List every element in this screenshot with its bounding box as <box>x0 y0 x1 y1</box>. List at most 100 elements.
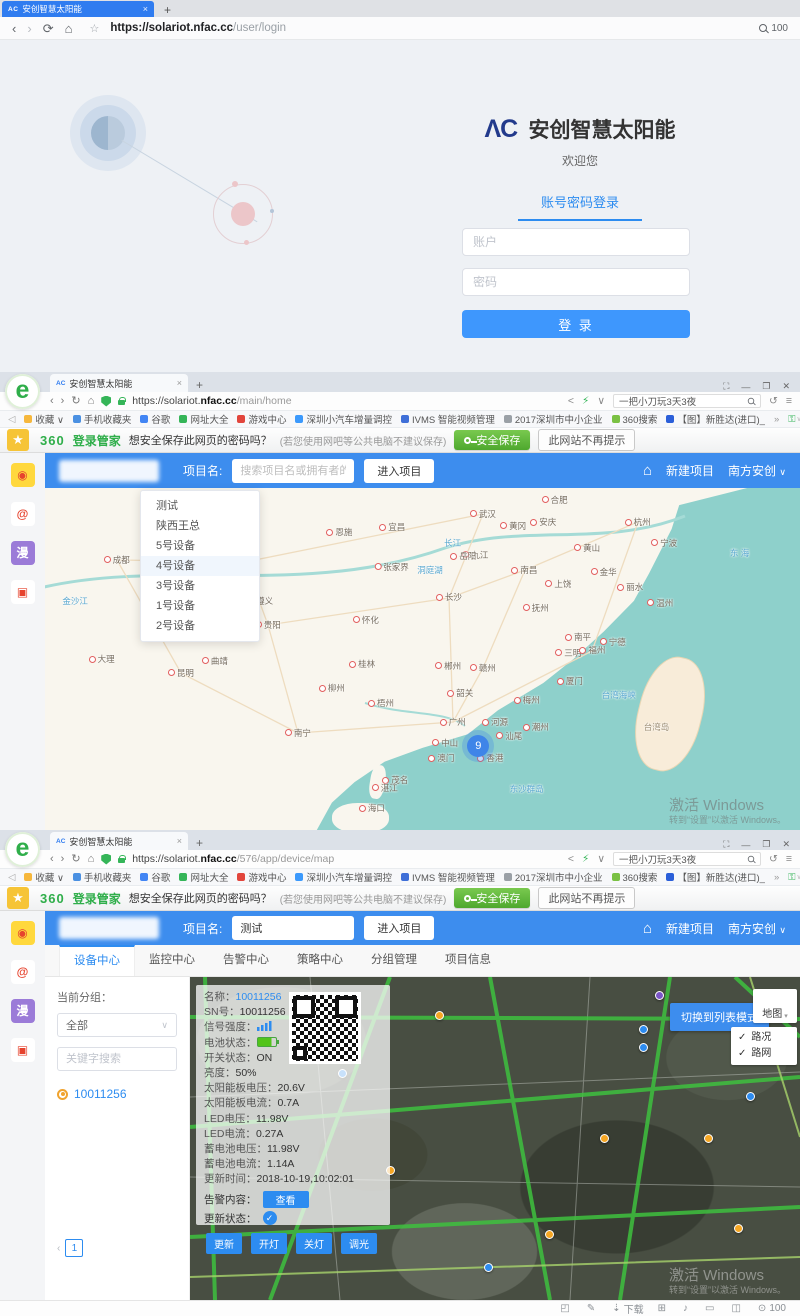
url-text[interactable]: https://solariot.nfac.cc/user/login <box>110 22 286 34</box>
module-tab[interactable]: 监控中心 <box>135 945 209 976</box>
map-type-control[interactable]: 地图▾ <box>753 989 797 1023</box>
home-icon[interactable]: ⌂ <box>65 22 73 35</box>
reload-icon[interactable]: ↻ <box>71 854 80 865</box>
accelerate-icon[interactable]: ⚡ <box>582 853 589 865</box>
bookmark-item[interactable]: 网址大全 <box>179 412 228 426</box>
url-text[interactable]: https://solariot.nfac.cc/576/app/device/… <box>132 853 334 865</box>
new-tab-button[interactable]: + <box>196 836 203 850</box>
window-control-icon[interactable]: ❐ <box>762 381 770 392</box>
password-field[interactable] <box>462 268 690 296</box>
home-icon[interactable]: ⌂ <box>88 854 95 865</box>
dropdown-item[interactable]: 测试 <box>141 496 259 516</box>
dropdown-item[interactable]: 1号设备 <box>141 596 259 616</box>
side-shortcut-icon[interactable]: 漫 <box>11 999 35 1023</box>
share-icon[interactable]: < <box>568 853 574 865</box>
poi-marker-icon[interactable] <box>704 1134 713 1143</box>
tab-close-icon[interactable]: × <box>143 4 148 14</box>
device-action-button[interactable]: 关灯 <box>296 1233 332 1254</box>
side-shortcut-icon[interactable]: 漫 <box>11 541 35 565</box>
device-list-item[interactable]: 10011256 <box>57 1087 177 1101</box>
status-bar-icon[interactable]: ◫ <box>731 1303 743 1314</box>
share-icon[interactable]: < <box>568 395 574 407</box>
forward-icon[interactable]: › <box>27 22 31 35</box>
poi-marker-icon[interactable] <box>734 1224 743 1233</box>
chevron-down-icon[interactable]: ∨ <box>597 853 605 865</box>
status-bar-icon[interactable]: ✎ <box>587 1303 598 1314</box>
module-tab[interactable]: 设备中心 <box>59 945 135 976</box>
dropdown-item[interactable]: 3号设备 <box>141 576 259 596</box>
window-control-icon[interactable]: — <box>741 840 750 850</box>
bookmark-item[interactable]: 【图】新胜达(进口)_ <box>666 412 765 426</box>
bookmark-item[interactable]: IVMS 智能视频管理 <box>401 412 495 426</box>
back-icon[interactable]: ‹ <box>50 396 54 407</box>
device-action-button[interactable]: 调光 <box>341 1233 377 1254</box>
home-icon[interactable]: ⌂ <box>643 920 652 937</box>
reload-icon[interactable]: ↻ <box>71 396 80 407</box>
collapse-icon[interactable]: ◁ <box>8 414 15 425</box>
browser-search-box[interactable]: 一把小刀玩3天3夜 <box>613 852 761 866</box>
tab-close-icon[interactable]: × <box>177 378 182 388</box>
status-bar-icon[interactable]: ⇣下载 <box>612 1301 643 1316</box>
bookmark-item[interactable]: 深圳小汽车增量调控 <box>295 870 392 884</box>
bookmark-item[interactable]: 手机收藏夹 <box>73 870 132 884</box>
bookmark-item[interactable]: 2017深圳市中小企业 <box>504 870 603 884</box>
view-alarm-button[interactable]: 查看 <box>263 1191 309 1208</box>
side-shortcut-icon[interactable]: ◉ <box>11 921 35 945</box>
dismiss-site-button[interactable]: 此网站不再提示 <box>538 887 635 909</box>
browser-360-logo-icon[interactable]: e <box>5 832 40 867</box>
toolbar-extension-icon[interactable]: ⚿∨ <box>788 414 800 425</box>
dropdown-item[interactable]: 4号设备 <box>141 556 259 576</box>
project-search-input[interactable] <box>232 459 354 483</box>
home-icon[interactable]: ⌂ <box>88 396 95 407</box>
new-tab-button[interactable]: + <box>164 3 171 17</box>
bookmark-item[interactable]: 游戏中心 <box>237 870 286 884</box>
new-project-link[interactable]: 新建项目 <box>666 462 714 479</box>
side-shortcut-icon[interactable]: ▣ <box>11 1038 35 1062</box>
status-bar-icon[interactable]: ◰ <box>560 1303 572 1314</box>
side-shortcut-icon[interactable]: @ <box>11 960 35 984</box>
side-shortcut-icon[interactable]: @ <box>11 502 35 526</box>
menu-icon[interactable]: ≡ <box>786 395 792 407</box>
login-method-tab[interactable]: 账号密码登录 <box>430 192 730 221</box>
favorites-star-icon[interactable]: ★ <box>7 887 29 909</box>
status-bar-icon[interactable]: ⊙100 <box>758 1303 786 1314</box>
new-tab-button[interactable]: + <box>196 378 203 392</box>
window-control-icon[interactable]: ⛶ <box>723 839 729 850</box>
window-control-icon[interactable]: — <box>741 382 750 392</box>
poi-marker-icon[interactable] <box>484 1263 493 1272</box>
browser-tab[interactable]: AC 安创智慧太阳能 × <box>2 1 154 17</box>
status-bar-icon[interactable]: ♪ <box>683 1303 691 1314</box>
poi-marker-icon[interactable] <box>600 1134 609 1143</box>
status-bar-icon[interactable]: ⊞ <box>658 1303 669 1314</box>
bookmark-star-icon[interactable]: ☆ <box>89 22 99 35</box>
chevron-down-icon[interactable]: ∨ <box>597 395 605 407</box>
bookmarks-overflow-icon[interactable]: » <box>774 872 779 883</box>
status-bar-icon[interactable]: ▭ <box>705 1303 717 1314</box>
browser-360-logo-icon[interactable]: e <box>5 374 40 409</box>
collapse-icon[interactable]: ◁ <box>8 872 15 883</box>
bookmark-item[interactable]: 【图】新胜达(进口)_ <box>666 870 765 884</box>
restore-session-icon[interactable]: ↺ <box>769 853 778 865</box>
bookmark-item[interactable]: 360搜索 <box>612 870 658 884</box>
project-search-input[interactable] <box>232 916 354 940</box>
forward-icon[interactable]: › <box>61 854 65 865</box>
login-button[interactable]: 登 录 <box>462 310 690 338</box>
side-shortcut-icon[interactable]: ◉ <box>11 463 35 487</box>
page-number[interactable]: 1 <box>65 1239 83 1257</box>
bookmark-item[interactable]: 2017深圳市中小企业 <box>504 412 603 426</box>
favorites-star-icon[interactable]: ★ <box>7 429 29 451</box>
accelerate-icon[interactable]: ⚡ <box>582 395 589 407</box>
bookmark-item[interactable]: IVMS 智能视频管理 <box>401 870 495 884</box>
module-tab[interactable]: 告警中心 <box>209 945 283 976</box>
zoom-indicator[interactable]: 100 <box>759 23 788 34</box>
home-icon[interactable]: ⌂ <box>643 462 652 479</box>
module-tab[interactable]: 项目信息 <box>431 945 505 976</box>
dropdown-item[interactable]: 2号设备 <box>141 616 259 636</box>
window-control-icon[interactable]: ✕ <box>782 839 790 850</box>
bookmark-item[interactable]: 游戏中心 <box>237 412 286 426</box>
bookmark-item[interactable]: 网址大全 <box>179 870 228 884</box>
save-password-button[interactable]: 安全保存 <box>454 430 530 450</box>
window-control-icon[interactable]: ⛶ <box>723 381 729 392</box>
layer-option[interactable]: ✓路网 <box>738 1046 790 1062</box>
satellite-map[interactable]: 切换到列表模式 地图▾ ✓路况✓路网 名称：10011256SN号：100112… <box>190 977 800 1300</box>
